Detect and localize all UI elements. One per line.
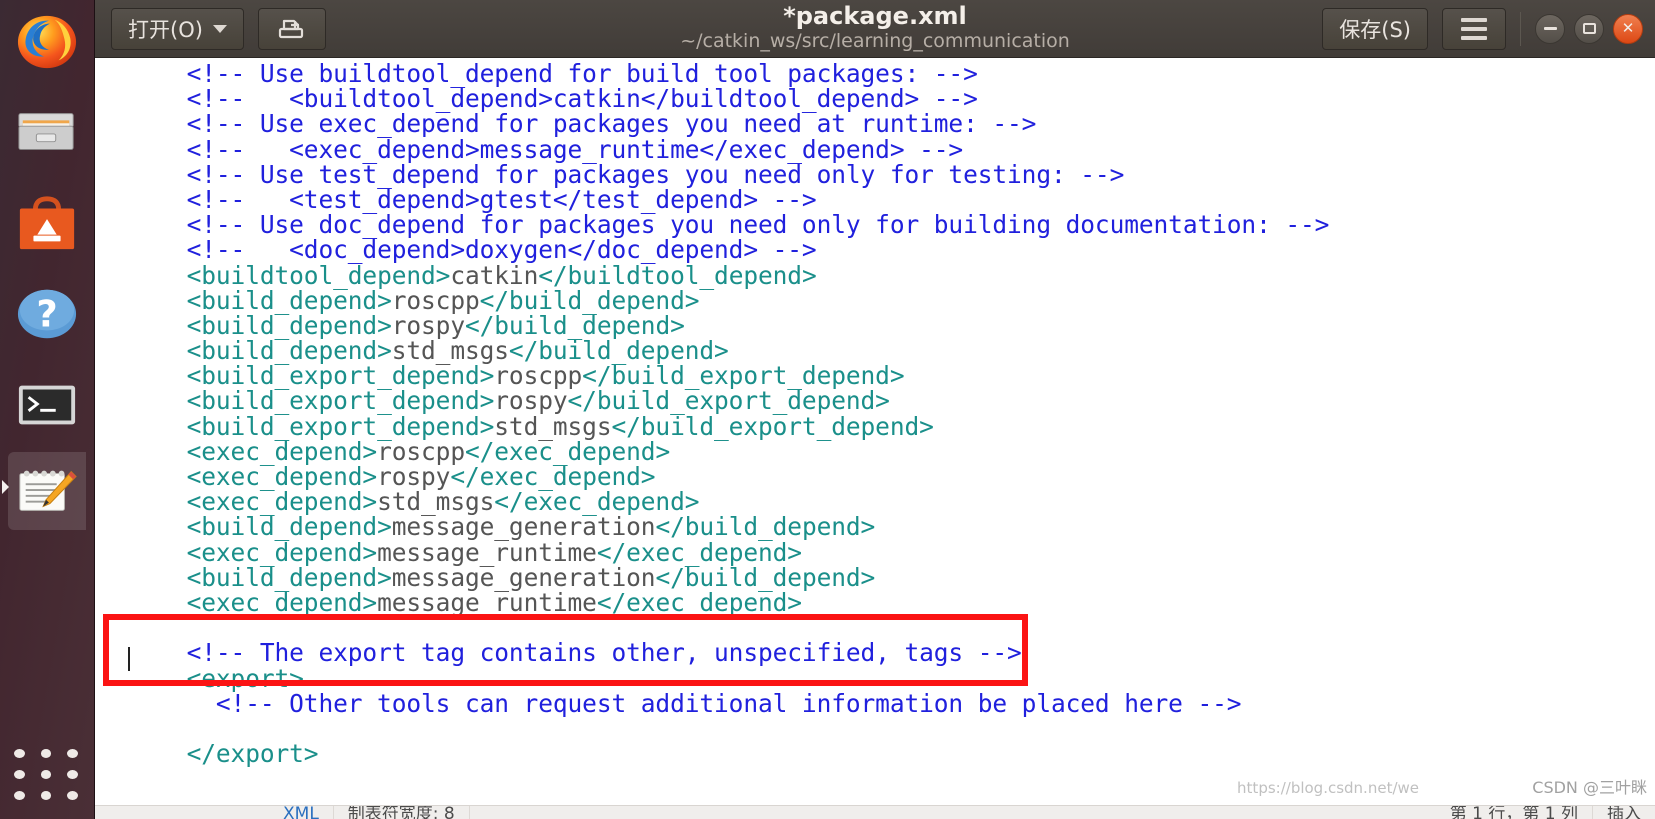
new-document-icon xyxy=(278,19,304,38)
dot xyxy=(14,749,25,758)
svg-text:?: ? xyxy=(36,293,57,336)
dot xyxy=(14,791,25,800)
document-path: ~/catkin_ws/src/learning_communication xyxy=(680,29,1070,52)
hamburger-icon-line xyxy=(1461,26,1487,31)
document-title: *package.xml xyxy=(783,1,967,30)
code-text: message_runtime xyxy=(377,587,597,617)
code-line: <build_depend>rospy</build_depend> xyxy=(128,313,1655,338)
gedit-window: 打开(O) *package.xml ~/catkin_ws/src/learn… xyxy=(95,0,1655,819)
dot xyxy=(40,791,52,800)
maximize-icon xyxy=(1582,23,1596,34)
code-line: <export> xyxy=(128,665,1655,691)
open-file-button[interactable]: 打开(O) xyxy=(111,7,244,50)
code-content[interactable]: <!-- Use buildtool_depend for build tool… xyxy=(95,61,1655,766)
code-line: <build_export_depend>roscpp</build_expor… xyxy=(128,363,1655,388)
code-line: <!-- <doc_depend>doxygen</doc_depend> --… xyxy=(128,237,1655,262)
code-line: <exec_depend>roscpp</exec_depend> xyxy=(128,439,1655,464)
status-position: 第 1 行，第 1 列 xyxy=(1436,806,1593,819)
dot xyxy=(40,749,52,758)
code-comment: <!-- Other tools can request additional … xyxy=(215,688,1242,718)
text-editor-icon xyxy=(19,470,77,511)
code-line: <build_export_depend>std_msgs</build_exp… xyxy=(128,414,1655,439)
window-controls: ✕ xyxy=(1535,13,1643,44)
code-line: <buildtool_depend>catkin</buildtool_depe… xyxy=(128,262,1655,288)
code-line: <!-- <test_depend>gtest</test_depend> --… xyxy=(128,187,1655,212)
close-icon: ✕ xyxy=(1621,19,1635,37)
header-bar: 打开(O) *package.xml ~/catkin_ws/src/learn… xyxy=(95,0,1655,58)
code-line: <build_export_depend>rospy</build_export… xyxy=(128,388,1655,413)
code-line: <!-- Other tools can request additional … xyxy=(128,691,1655,716)
save-button-label: 保存(S) xyxy=(1339,17,1411,42)
dot xyxy=(67,770,79,779)
unity-launcher: ? xyxy=(0,0,95,819)
shopping-bag-icon xyxy=(19,196,75,250)
launcher-item-text-editor[interactable] xyxy=(2,452,86,530)
code-tag: <exec_depend> xyxy=(186,587,378,617)
code-line: <build_depend>message_generation</build_… xyxy=(128,565,1655,590)
code-line: <!-- Use doc_depend for packages you nee… xyxy=(128,212,1655,237)
code-line: <build_depend>message_generation</build_… xyxy=(128,514,1655,539)
code-comment: <!-- The export tag contains other, unsp… xyxy=(186,638,1022,668)
status-indent[interactable]: 制表符宽度: 8 xyxy=(334,806,470,819)
chevron-down-icon xyxy=(212,24,227,33)
help-question-icon: ? xyxy=(17,289,77,339)
show-applications-button[interactable] xyxy=(12,749,79,811)
code-line: <!-- The export tag contains other, unsp… xyxy=(128,640,1655,665)
dot-row xyxy=(14,791,79,800)
dot xyxy=(67,749,79,758)
launcher-item-ubuntu-software[interactable] xyxy=(8,184,86,262)
code-line: <!-- <buildtool_depend>catkin</buildtool… xyxy=(128,86,1655,111)
screen: ? 打开(O) *package.xml ~/catkin_ws/src/lea… xyxy=(0,0,1655,819)
terminal-icon xyxy=(18,385,76,425)
open-file-label: 打开(O) xyxy=(128,17,203,42)
minimize-button[interactable] xyxy=(1535,13,1565,44)
maximize-button[interactable] xyxy=(1574,13,1604,44)
status-bar: XML 制表符宽度: 8 第 1 行，第 1 列 插入 xyxy=(95,805,1655,819)
code-line: <exec_depend>message_runtime</exec_depen… xyxy=(128,590,1655,615)
minimize-icon xyxy=(1543,27,1557,30)
menu-button[interactable] xyxy=(1442,7,1506,50)
dot xyxy=(14,770,25,779)
launcher-item-help[interactable]: ? xyxy=(8,275,86,353)
launcher-item-firefox[interactable] xyxy=(8,2,86,80)
launcher-item-terminal[interactable] xyxy=(8,366,86,444)
code-line: <!-- Use exec_depend for packages you ne… xyxy=(128,111,1655,136)
code-line: <exec_depend>std_msgs</exec_depend> xyxy=(128,489,1655,514)
code-line: <exec_depend>message_runtime</exec_depen… xyxy=(128,539,1655,565)
code-tag: </exec_depend> xyxy=(596,587,802,617)
header-right-group: 保存(S) ✕ xyxy=(1322,7,1647,50)
divider xyxy=(1520,11,1521,46)
status-language[interactable]: XML xyxy=(255,806,334,819)
code-line: <exec_depend>rospy</exec_depend> xyxy=(128,464,1655,489)
close-button[interactable]: ✕ xyxy=(1613,13,1643,44)
dot xyxy=(67,791,79,800)
file-cabinet-icon xyxy=(18,113,74,150)
code-tag: </export> xyxy=(186,739,319,769)
dot xyxy=(40,770,52,779)
new-document-button[interactable] xyxy=(257,7,326,50)
code-line: </export> xyxy=(128,741,1655,766)
code-line: <!-- Use buildtool_depend for build tool… xyxy=(128,61,1655,86)
code-line: <build_depend>roscpp</build_depend> xyxy=(128,288,1655,313)
code-line: <!-- <exec_depend>message_runtime</exec_… xyxy=(128,136,1655,162)
hamburger-icon-line xyxy=(1461,35,1487,40)
dot-row xyxy=(14,749,79,758)
editor-area[interactable]: <!-- Use buildtool_depend for build tool… xyxy=(95,58,1655,819)
hamburger-icon-line xyxy=(1461,17,1487,22)
status-mode: 插入 xyxy=(1607,805,1641,819)
firefox-icon xyxy=(17,15,77,69)
launcher-item-files[interactable] xyxy=(8,93,86,171)
code-line: <build_depend>std_msgs</build_depend> xyxy=(128,338,1655,363)
code-line: <!-- Use test_depend for packages you ne… xyxy=(128,162,1655,187)
dot-row xyxy=(14,770,79,779)
text-cursor xyxy=(128,647,130,671)
save-button[interactable]: 保存(S) xyxy=(1322,7,1428,50)
